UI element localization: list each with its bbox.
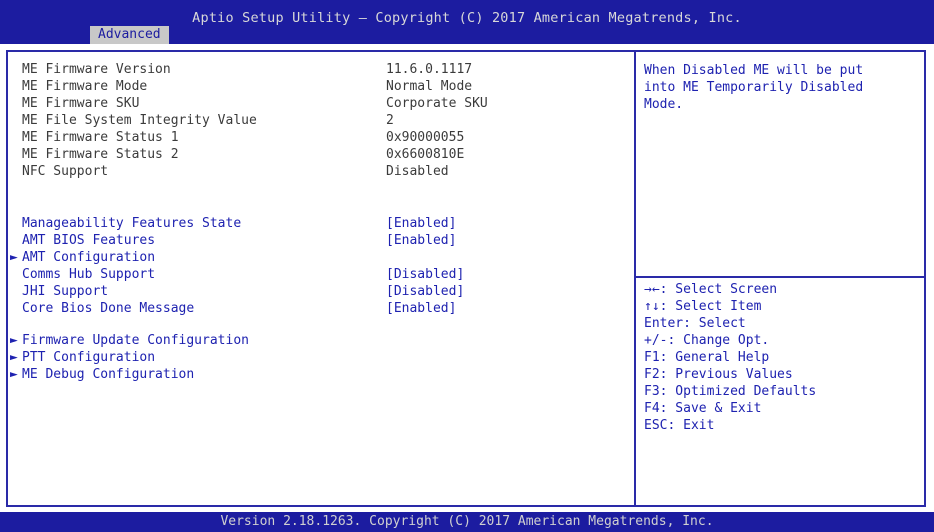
- key-enter-select: Enter: Select: [644, 316, 746, 331]
- submenu-label: PTT Configuration: [22, 350, 156, 365]
- submenu-label: AMT Configuration: [22, 250, 156, 265]
- setting-label: JHI Support: [22, 284, 109, 299]
- submenu-arrow-icon: ►: [10, 250, 18, 265]
- setting-manageability-features-state[interactable]: Manageability Features State [Enabled]: [22, 216, 456, 232]
- submenu-arrow-icon: ►: [10, 350, 18, 365]
- key-save-exit: F4: Save & Exit: [644, 401, 762, 416]
- info-value: Corporate SKU: [386, 96, 488, 111]
- info-value: 11.6.0.1117: [386, 62, 473, 77]
- key-select-screen: →←: Select Screen: [644, 282, 778, 297]
- setting-me-state[interactable]: ME State [Enabled]: [22, 199, 456, 215]
- key-legend: →←: Select Screen ↑↓: Select Item Enter:…: [644, 281, 816, 434]
- setting-label: Manageability Features State: [22, 216, 242, 231]
- info-value: Normal Mode: [386, 79, 473, 94]
- tab-advanced[interactable]: Advanced: [90, 26, 169, 44]
- setting-amt-bios-features[interactable]: AMT BIOS Features [Enabled]: [22, 233, 456, 249]
- info-label: ME File System Integrity Value: [22, 113, 257, 128]
- key-general-help: F1: General Help: [644, 350, 770, 365]
- submenu-arrow-icon: ►: [10, 367, 18, 382]
- setting-label: ME State: [22, 199, 85, 214]
- info-row-me-firmware-version: ME Firmware Version 11.6.0.1117: [22, 62, 472, 78]
- info-row-me-firmware-sku: ME Firmware SKU Corporate SKU: [22, 96, 488, 112]
- submenu-ptt-configuration[interactable]: ► PTT Configuration: [10, 350, 156, 366]
- help-line: Mode.: [644, 97, 684, 112]
- info-value: 2: [386, 113, 394, 128]
- header-bar: Aptio Setup Utility – Copyright (C) 2017…: [0, 0, 934, 44]
- info-row-me-file-system-integrity: ME File System Integrity Value 2: [22, 113, 394, 129]
- main-frame: ME Firmware Version 11.6.0.1117 ME Firmw…: [6, 50, 926, 507]
- info-label: ME Firmware Status 1: [22, 130, 179, 145]
- setting-value[interactable]: [Disabled]: [386, 267, 464, 283]
- submenu-label: ME Debug Configuration: [22, 367, 195, 382]
- submenu-label: Firmware Update Configuration: [22, 333, 249, 348]
- info-label: NFC Support: [22, 164, 109, 179]
- setting-label: Comms Hub Support: [22, 267, 156, 282]
- info-value: Disabled: [386, 164, 449, 179]
- setting-comms-hub-support[interactable]: Comms Hub Support [Disabled]: [22, 267, 464, 283]
- info-row-me-firmware-mode: ME Firmware Mode Normal Mode: [22, 79, 472, 95]
- header-title: Aptio Setup Utility – Copyright (C) 2017…: [192, 10, 742, 26]
- submenu-me-debug-configuration[interactable]: ► ME Debug Configuration: [10, 367, 195, 383]
- info-label: ME Firmware Version: [22, 62, 171, 77]
- bios-screen: Aptio Setup Utility – Copyright (C) 2017…: [0, 0, 934, 532]
- info-row-me-firmware-status-2: ME Firmware Status 2 0x6600810E: [22, 147, 464, 163]
- info-value: 0x6600810E: [386, 147, 465, 162]
- info-label: ME Firmware Status 2: [22, 147, 179, 162]
- setting-value[interactable]: [Enabled]: [386, 301, 456, 317]
- setting-core-bios-done-message[interactable]: Core Bios Done Message [Enabled]: [22, 301, 456, 317]
- key-optimized-defaults: F3: Optimized Defaults: [644, 384, 817, 399]
- setting-value[interactable]: [Enabled]: [386, 233, 456, 249]
- info-label: ME Firmware Mode: [22, 79, 148, 94]
- help-line: into ME Temporarily Disabled: [644, 80, 864, 95]
- submenu-arrow-icon: ►: [10, 333, 18, 348]
- info-row-me-firmware-status-1: ME Firmware Status 1 0x90000055: [22, 130, 464, 146]
- info-label: ME Firmware SKU: [22, 96, 140, 111]
- setting-value[interactable]: [Enabled]: [386, 199, 456, 215]
- setting-label: AMT BIOS Features: [22, 233, 156, 248]
- setting-jhi-support[interactable]: JHI Support [Disabled]: [22, 284, 464, 300]
- key-change-opt: +/-: Change Opt.: [644, 333, 770, 348]
- submenu-amt-configuration[interactable]: ► AMT Configuration: [10, 250, 156, 266]
- info-value: 0x90000055: [386, 130, 465, 145]
- key-exit: ESC: Exit: [644, 418, 715, 433]
- setting-value[interactable]: [Disabled]: [386, 284, 464, 300]
- panel-divider: [634, 52, 636, 505]
- setting-value[interactable]: [Enabled]: [386, 216, 456, 232]
- setting-label: Core Bios Done Message: [22, 301, 195, 316]
- key-previous-values: F2: Previous Values: [644, 367, 793, 382]
- help-description: When Disabled ME will be put into ME Tem…: [644, 62, 914, 113]
- info-row-nfc-support: NFC Support Disabled: [22, 164, 449, 180]
- submenu-firmware-update-configuration[interactable]: ► Firmware Update Configuration: [10, 333, 249, 349]
- help-separator: [636, 276, 924, 278]
- key-select-item: ↑↓: Select Item: [644, 299, 762, 314]
- footer-version: Version 2.18.1263. Copyright (C) 2017 Am…: [0, 512, 934, 532]
- help-line: When Disabled ME will be put: [644, 63, 864, 78]
